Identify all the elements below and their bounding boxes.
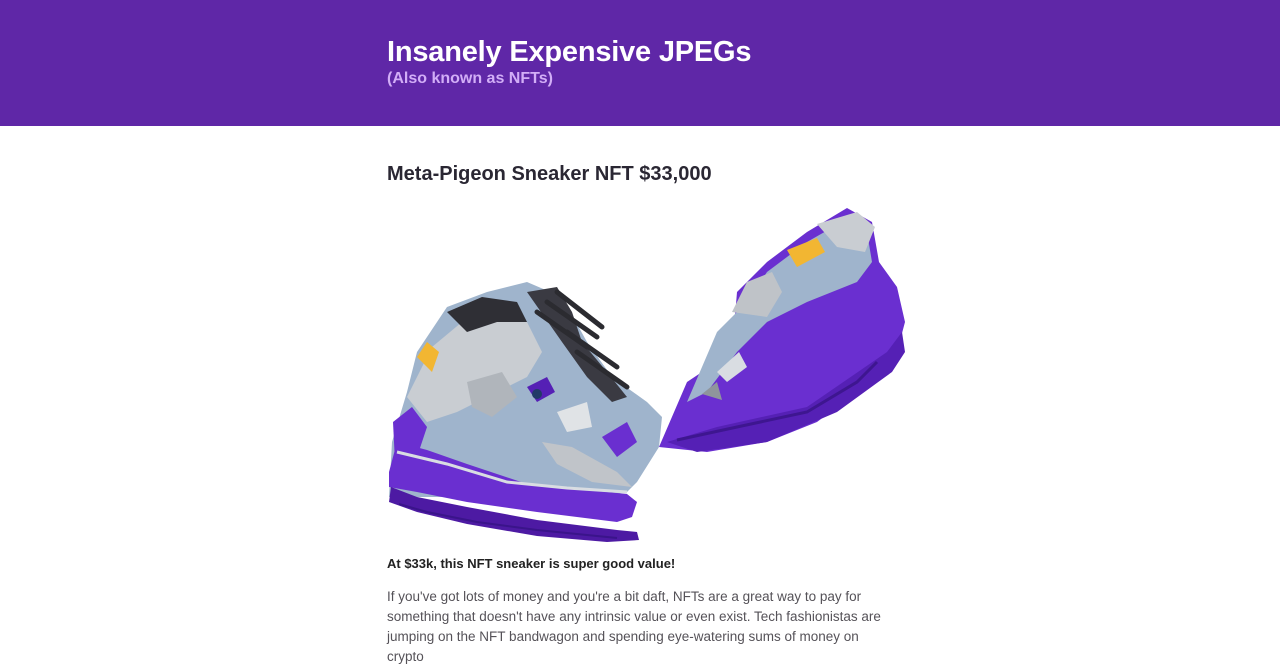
site-header: Insanely Expensive JPEGs (Also known as … xyxy=(0,0,1280,126)
article-lead: At $33k, this NFT sneaker is super good … xyxy=(387,556,676,571)
site-title: Insanely Expensive JPEGs xyxy=(387,36,752,68)
article-body: If you've got lots of money and you're a… xyxy=(387,589,881,664)
sneaker-image xyxy=(389,208,905,542)
header-content: Insanely Expensive JPEGs (Also known as … xyxy=(387,34,752,88)
article-title: Meta-Pigeon Sneaker NFT $33,000 xyxy=(387,163,712,185)
front-sneaker xyxy=(389,282,662,542)
back-sneaker xyxy=(659,208,905,452)
site-subtitle: (Also known as NFTs) xyxy=(387,70,553,87)
